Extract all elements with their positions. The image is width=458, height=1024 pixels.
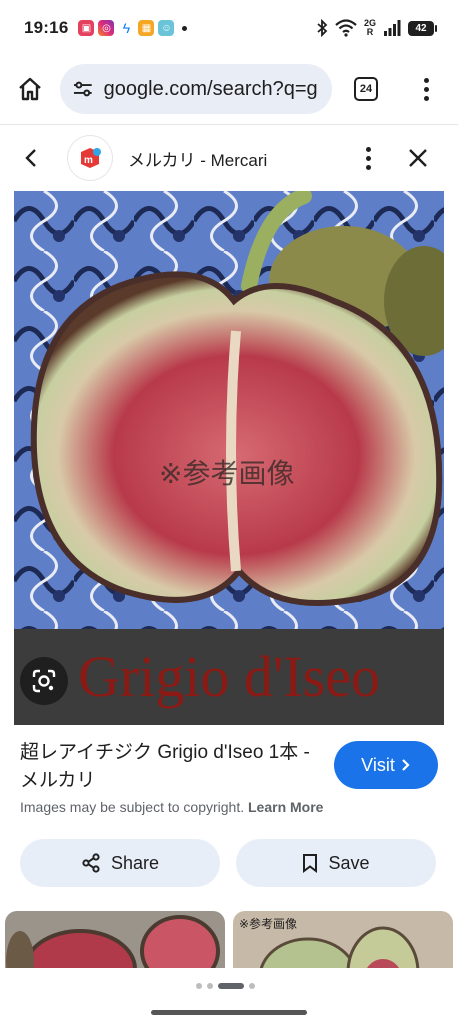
- related-image-caption: ※参考画像: [239, 917, 298, 931]
- more-notifications-dot-icon: [182, 25, 188, 31]
- app-notification-icon: ▦: [138, 20, 155, 36]
- wifi-icon: [335, 19, 357, 37]
- site-settings-icon[interactable]: [72, 80, 94, 98]
- more-vert-icon: [365, 146, 371, 170]
- browser-menu-button[interactable]: [396, 59, 456, 119]
- share-label: Share: [110, 852, 160, 873]
- messenger-icon: ϟ: [122, 20, 131, 36]
- main-result-image[interactable]: Grigio d'Iseo ※参考画像: [14, 191, 444, 725]
- status-bar: 19:16 ▣ ◎ ϟ ▦ ☺ 2G R 42: [0, 0, 458, 56]
- instagram-icon: ◎: [98, 20, 115, 36]
- tab-count: 24: [354, 77, 378, 101]
- svg-text:m: m: [84, 155, 93, 166]
- result-title[interactable]: 超レアイチジク Grigio d'Iseo 1本 - メルカリ: [20, 739, 320, 795]
- notification-icons: ▣ ◎ ϟ ▦ ☺: [78, 20, 188, 36]
- save-button[interactable]: Save: [236, 839, 436, 887]
- share-icon: [82, 853, 100, 873]
- learn-more-link[interactable]: Learn More: [248, 799, 323, 815]
- mercari-logo[interactable]: m: [68, 136, 112, 180]
- status-indicators: 2G R 42: [316, 19, 437, 37]
- close-icon: [409, 149, 427, 167]
- share-button[interactable]: Share: [20, 839, 220, 887]
- back-button[interactable]: [16, 128, 46, 188]
- roaming-indicator: R: [366, 27, 374, 37]
- battery-icon: 42: [408, 20, 437, 36]
- tab-switcher-button[interactable]: 24: [336, 59, 396, 119]
- app-notification-icon: ☺: [158, 20, 175, 36]
- fig-photo: Grigio d'Iseo ※参考画像: [14, 191, 444, 725]
- gift-app-icon: ▣: [78, 20, 95, 36]
- network-type-label: 2G R: [364, 19, 376, 37]
- signal-icon: [384, 20, 401, 36]
- page-dot: [249, 983, 255, 989]
- home-icon: [19, 77, 41, 101]
- image-caption-text: Grigio d'Iseo: [78, 644, 380, 709]
- close-button[interactable]: [388, 128, 448, 188]
- image-viewer-panel: m メルカリ - Mercari Grigio d'Iseo ※参考画像 超レア…: [0, 124, 458, 1024]
- panel-more-button[interactable]: [348, 128, 388, 188]
- lens-search-button[interactable]: [20, 657, 68, 705]
- carousel-page-indicator: [196, 983, 255, 989]
- save-label: Save: [328, 852, 370, 873]
- address-bar[interactable]: google.com/search?q=g: [60, 64, 332, 114]
- chevron-right-icon: [402, 759, 410, 771]
- panel-header: m メルカリ - Mercari: [0, 125, 458, 191]
- bluetooth-icon: [317, 19, 328, 37]
- bookmark-icon: [303, 854, 318, 873]
- page-dot: [207, 983, 213, 989]
- status-time: 19:16: [24, 18, 69, 37]
- site-name[interactable]: メルカリ - Mercari: [128, 146, 267, 171]
- copyright-notice: Images may be subject to copyright. Lear…: [20, 799, 323, 815]
- copyright-text: Images may be subject to copyright.: [20, 799, 245, 815]
- browser-toolbar: google.com/search?q=g 24: [0, 56, 458, 122]
- google-lens-icon: [32, 669, 56, 693]
- reference-image-overlay: ※参考画像: [159, 457, 294, 490]
- visit-label: Visit: [361, 754, 395, 775]
- page-dot: [196, 983, 202, 989]
- mercari-logo-icon: m: [81, 148, 101, 168]
- visit-button[interactable]: Visit: [334, 741, 438, 789]
- home-gesture-bar[interactable]: [151, 1010, 307, 1015]
- gesture-navigation-area: [0, 968, 458, 1024]
- home-button[interactable]: [0, 59, 60, 119]
- page-dot-active: [218, 983, 244, 989]
- chevron-left-icon: [25, 149, 36, 167]
- url-text[interactable]: google.com/search?q=g: [104, 78, 320, 101]
- more-vert-icon: [423, 77, 429, 101]
